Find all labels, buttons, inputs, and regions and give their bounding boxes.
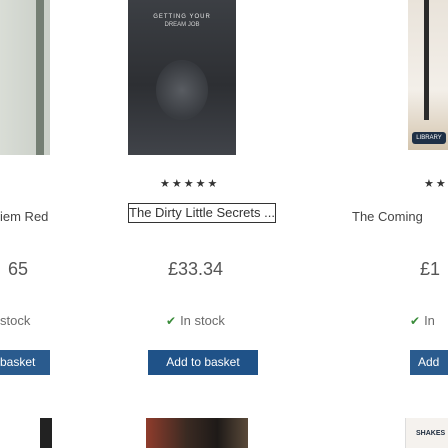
check-icon: ✔ xyxy=(410,314,421,328)
button-label: Add to basket xyxy=(166,355,240,369)
book-cover-middle[interactable]: GETTING YOUR DREAM JOB xyxy=(128,0,236,155)
product-price-middle: £33.34 xyxy=(168,259,224,279)
button-label: Add to xyxy=(410,355,440,394)
book-cover-next-middle[interactable] xyxy=(146,418,248,448)
star-rating-right: ★★ xyxy=(424,178,448,190)
star-rating-middle: ★★★★★ xyxy=(160,178,220,190)
book-cover-next-left[interactable] xyxy=(40,418,52,448)
cover-stripe xyxy=(36,0,44,155)
add-to-basket-button-middle[interactable]: Add to basket xyxy=(148,350,258,375)
add-to-basket-button-left[interactable]: basket xyxy=(0,350,50,375)
product-title-middle[interactable]: The Dirty Little Secrets ... xyxy=(128,203,276,223)
cover-text-line1: GETTING YOUR xyxy=(153,14,211,20)
book-cover-left[interactable] xyxy=(0,0,50,155)
cover-text: SHAKES xyxy=(416,430,446,437)
button-label: basket xyxy=(0,355,36,369)
stock-status-middle: ✔ In stock xyxy=(166,313,225,328)
cover-figure xyxy=(424,0,429,120)
product-title-left[interactable]: iem Red xyxy=(0,209,48,224)
stock-status-left: stock xyxy=(0,313,31,328)
cover-text-line2: DREAM JOB xyxy=(164,22,200,28)
stock-text: In stock xyxy=(180,313,225,328)
check-icon: ✔ xyxy=(166,314,177,328)
book-cover-next-right[interactable]: SHAKES xyxy=(405,418,448,448)
product-price-right: £1 xyxy=(420,259,441,279)
book-cover-right[interactable]: LIBRARY xyxy=(408,0,448,150)
add-to-basket-button-right[interactable]: Add to xyxy=(410,350,448,394)
cover-badge: LIBRARY xyxy=(412,132,446,144)
stock-status-right: ✔ In xyxy=(410,313,435,328)
product-price-left: 65 xyxy=(8,259,29,279)
stock-text: In xyxy=(424,313,435,328)
cover-artwork xyxy=(156,60,208,120)
product-title-right[interactable]: The Coming xyxy=(352,209,423,224)
